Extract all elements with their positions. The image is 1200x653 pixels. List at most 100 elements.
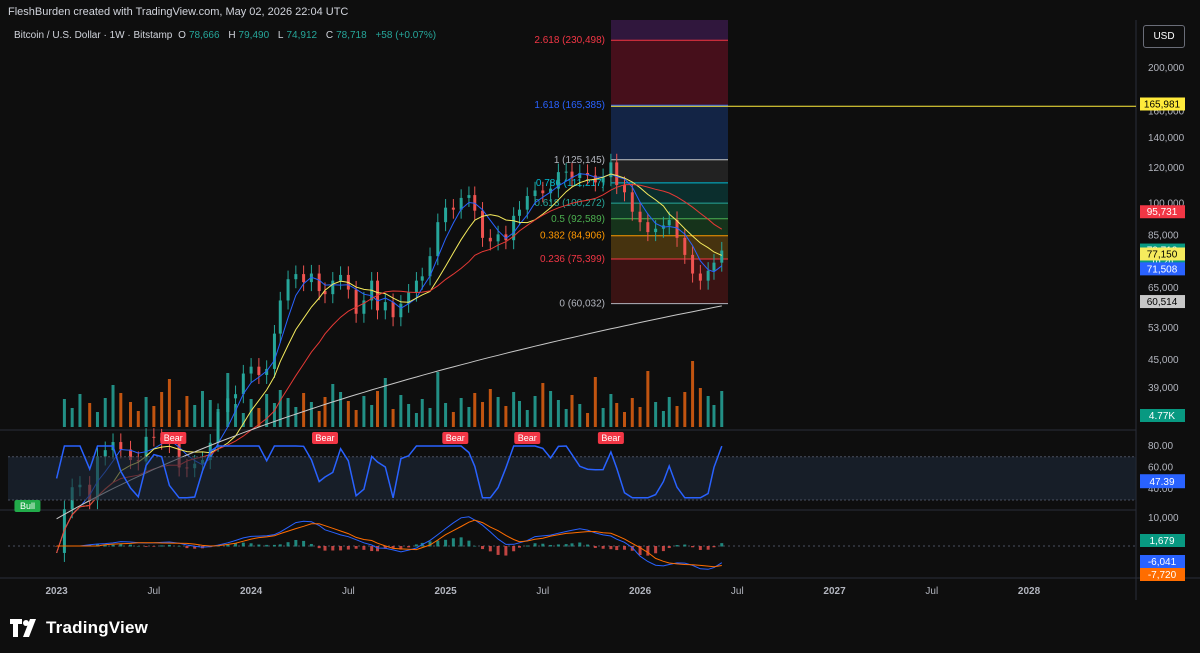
volume-bar	[193, 405, 197, 427]
volume-bar	[399, 395, 403, 427]
volume-bar	[496, 397, 500, 427]
candle-body	[525, 196, 529, 210]
macd-histogram-bar	[331, 546, 335, 551]
candle-body	[331, 280, 335, 295]
candle-body	[481, 210, 485, 238]
volume-bar	[609, 394, 613, 427]
macd-value-text: -7,720	[1148, 570, 1177, 581]
macd-histogram-bar	[525, 545, 529, 547]
volume-bar	[185, 396, 189, 427]
y-tick-label: 53,000	[1148, 323, 1179, 334]
macd-histogram-bar	[593, 546, 597, 548]
volume-bar	[346, 401, 350, 427]
volume-bar	[323, 397, 327, 427]
volume-bar	[167, 379, 171, 427]
macd-histogram-bar	[451, 538, 455, 547]
volume-bar	[294, 407, 298, 427]
volume-bar	[488, 389, 492, 427]
macd-histogram-bar	[706, 546, 710, 550]
x-tick-label: Jul	[925, 586, 938, 597]
candle-body	[436, 222, 440, 257]
macd-signal-line	[56, 519, 722, 568]
tradingview-logo[interactable]: TradingView	[10, 618, 148, 638]
volume-bar	[339, 392, 343, 427]
macd-histogram-bar	[302, 540, 306, 547]
bear-label: Bear	[164, 433, 183, 443]
macd-histogram-bar	[712, 546, 716, 548]
volume-bar	[119, 393, 123, 427]
volume-bar	[533, 396, 537, 427]
price-tag-text: 77,150	[1147, 249, 1178, 260]
fib-level-label: 0.5 (92,589)	[551, 214, 605, 225]
volume-bar	[309, 402, 313, 427]
candle-body	[451, 207, 455, 210]
macd-histogram-bar	[144, 546, 148, 547]
macd-histogram-bar	[467, 540, 471, 547]
macd-histogram-bar	[556, 544, 560, 547]
candle-body	[272, 333, 276, 369]
candle-body	[317, 273, 321, 292]
price-tag-text: 95,731	[1147, 207, 1178, 218]
macd-histogram-bar	[272, 544, 276, 547]
bear-label: Bear	[446, 433, 465, 443]
candle-body	[241, 373, 245, 395]
macd-histogram-bar	[570, 543, 574, 547]
volume-bar	[549, 391, 553, 427]
x-tick-label: 2024	[240, 586, 263, 597]
candle-body	[103, 450, 107, 457]
macd-histogram-bar	[496, 546, 500, 555]
fib-zone	[611, 159, 728, 183]
candle-body	[234, 394, 238, 399]
volume-bar	[317, 411, 321, 427]
macd-histogram-bar	[473, 545, 477, 547]
volume-bar	[646, 371, 650, 427]
macd-histogram-bar	[354, 546, 358, 549]
fib-zone	[611, 258, 728, 304]
volume-bar	[111, 385, 115, 427]
candle-body	[391, 302, 395, 318]
x-tick-label: 2026	[629, 586, 652, 597]
candle-body	[541, 190, 545, 194]
macd-histogram-bar	[504, 546, 508, 556]
macd-histogram-bar	[675, 545, 679, 547]
volume-bar	[706, 396, 710, 427]
macd-histogram-bar	[286, 542, 290, 547]
rsi-tick-label: 80.00	[1148, 441, 1173, 452]
rsi-band	[8, 456, 1136, 500]
macd-histogram-bar	[249, 543, 253, 547]
volume-bar	[593, 377, 597, 427]
rsi-tick-label: 60.00	[1148, 463, 1173, 474]
fib-level-label: 1.618 (165,385)	[534, 100, 605, 111]
candle-body	[630, 192, 634, 212]
volume-bars	[62, 361, 724, 427]
macd-histogram-bar	[160, 545, 164, 547]
volume-bar	[630, 398, 634, 427]
bear-label: Bear	[518, 433, 537, 443]
volume-bar	[712, 405, 716, 427]
macd-histogram-bar	[317, 546, 321, 549]
chart-canvas[interactable]: 2.618 (230,498) 1.618 (165,385) 1 (125,145…	[0, 0, 1200, 610]
x-tick-label: Jul	[342, 586, 355, 597]
candle-body	[216, 412, 220, 443]
volume-bar	[88, 403, 92, 427]
chart-page: FleshBurden created with TradingView.com…	[0, 0, 1200, 653]
volume-bar	[481, 402, 485, 427]
candle-body	[654, 228, 658, 233]
candle-body	[638, 211, 642, 223]
candle-body	[152, 436, 156, 438]
macd-histogram-bar	[609, 546, 613, 550]
macd-histogram-bar	[376, 546, 380, 552]
macd-value-text: 1,679	[1149, 536, 1174, 547]
macd-histogram-bar	[459, 537, 463, 547]
candle-body	[278, 300, 282, 334]
tradingview-logo-icon	[10, 619, 36, 637]
rsi-panel: 80.0060.0040.00Bear Bear Bear Bear BearBull4…	[8, 432, 1185, 512]
fibonacci-retracement: 2.618 (230,498) 1.618 (165,385) 1 (125,145…	[534, 20, 1136, 310]
volume-bar	[129, 402, 133, 427]
volume-bar	[683, 392, 687, 427]
macd-histogram-bar	[646, 546, 650, 556]
fib-zone	[611, 235, 728, 259]
fib-zone	[611, 40, 728, 106]
candle-body	[257, 366, 261, 375]
volume-bar	[428, 408, 432, 427]
